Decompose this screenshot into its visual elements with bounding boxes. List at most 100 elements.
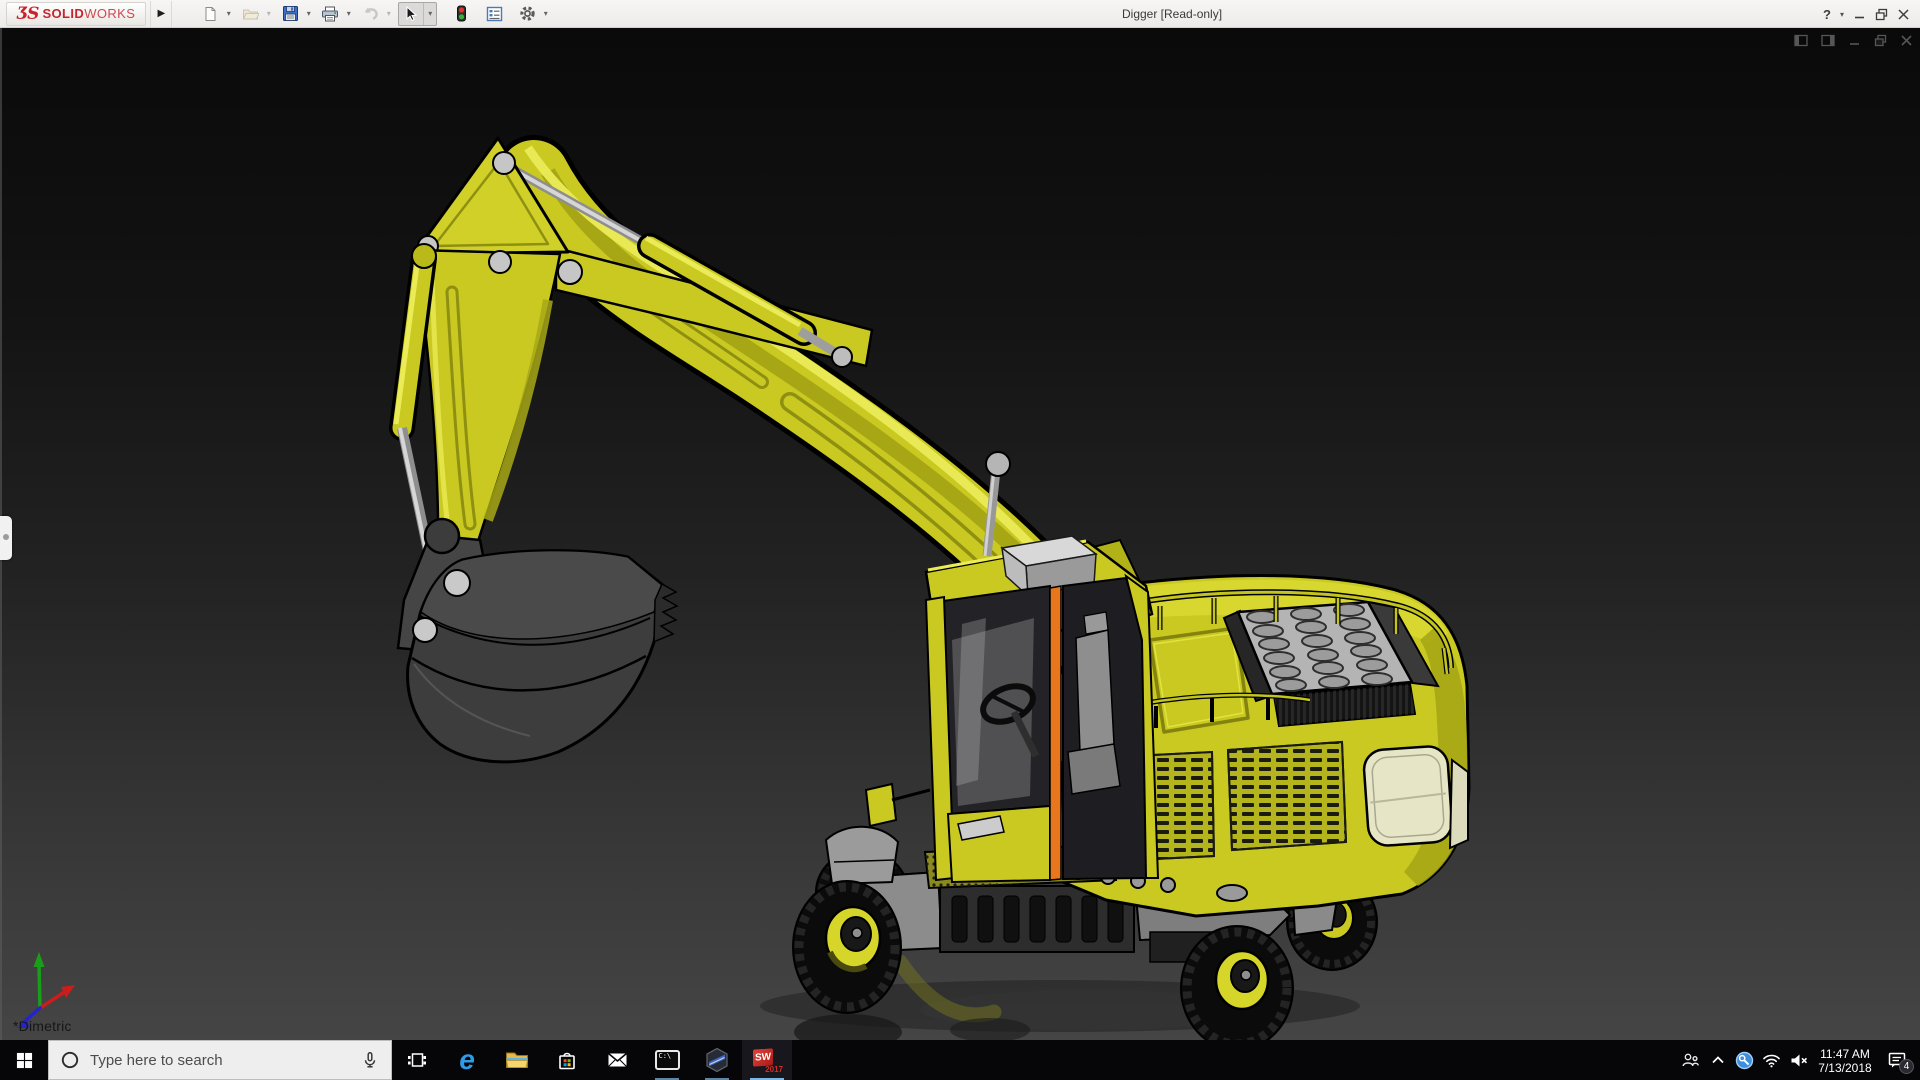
traffic-light-icon bbox=[456, 5, 466, 22]
new-document-caret[interactable]: ▾ bbox=[222, 3, 235, 25]
document-restore-button[interactable] bbox=[1874, 34, 1887, 47]
taskbar-solidworks-button[interactable]: SW 2017 bbox=[742, 1040, 792, 1080]
print-caret[interactable]: ▾ bbox=[342, 3, 355, 25]
help-caret[interactable]: ▾ bbox=[1840, 10, 1844, 19]
taskbar-task-view-button[interactable] bbox=[392, 1040, 442, 1080]
show-task-pane-button[interactable] bbox=[1821, 34, 1835, 47]
open-caret[interactable]: ▾ bbox=[262, 3, 275, 25]
blue-circle-app-icon bbox=[1735, 1051, 1754, 1069]
start-button[interactable] bbox=[0, 1040, 48, 1080]
bucket[interactable] bbox=[396, 517, 679, 764]
front-right-wheel[interactable] bbox=[1180, 925, 1294, 1040]
stick-cylinder[interactable] bbox=[389, 243, 437, 562]
document-title: Digger [Read-only] bbox=[1122, 7, 1223, 21]
show-feature-pane-button[interactable] bbox=[1794, 34, 1808, 47]
select-tool-button[interactable] bbox=[399, 3, 423, 25]
tray-overflow-chevron-button[interactable] bbox=[1704, 1040, 1731, 1080]
taskbar-store-button[interactable] bbox=[542, 1040, 592, 1080]
people-icon bbox=[1682, 1053, 1699, 1067]
system-tray: 11:47 AM 7/13/2018 4 bbox=[1677, 1040, 1920, 1080]
notification-badge: 4 bbox=[1899, 1059, 1914, 1074]
rebuild-button[interactable] bbox=[449, 3, 473, 25]
collapsed-panel-tab[interactable] bbox=[0, 516, 12, 560]
undo-arrow-icon bbox=[364, 7, 378, 20]
taskbar-search-box[interactable]: Type here to search bbox=[48, 1040, 392, 1080]
bucket-teeth bbox=[653, 582, 679, 644]
solidworks-logo: ƷS SOLID WORKS bbox=[6, 1, 147, 26]
solidworks-logo-mark-icon: ƷS bbox=[17, 3, 39, 24]
coordinate-triad-icon bbox=[17, 952, 75, 1028]
wifi-icon bbox=[1763, 1054, 1780, 1068]
cab[interactable] bbox=[864, 535, 1160, 884]
action-center-button[interactable]: 4 bbox=[1878, 1040, 1916, 1080]
taskbar-edge-button[interactable]: e bbox=[442, 1040, 492, 1080]
tray-app-button[interactable] bbox=[1731, 1040, 1758, 1080]
minimize-icon bbox=[1855, 16, 1864, 18]
save-caret[interactable]: ▾ bbox=[302, 3, 315, 25]
brand-solid-text: SOLID bbox=[42, 6, 85, 21]
menu-flyout-arrow[interactable]: ▶ bbox=[150, 0, 173, 27]
people-tray-button[interactable] bbox=[1677, 1040, 1704, 1080]
minimize-button[interactable] bbox=[1853, 8, 1866, 21]
file-properties-button[interactable] bbox=[482, 3, 506, 25]
file-explorer-icon bbox=[506, 1052, 528, 1068]
window-controls: ? ▾ bbox=[1823, 0, 1910, 28]
mail-icon bbox=[607, 1052, 627, 1067]
rear-panel bbox=[1362, 745, 1454, 847]
taskbar-hexagon-app-button[interactable] bbox=[692, 1040, 742, 1080]
solidworks-2017-icon: SW 2017 bbox=[753, 1047, 783, 1074]
file-properties-icon bbox=[486, 6, 503, 21]
document-minimize-button[interactable] bbox=[1848, 34, 1861, 47]
restore-icon bbox=[1875, 8, 1888, 20]
undo-caret[interactable]: ▾ bbox=[382, 3, 395, 25]
front-left-wheel[interactable] bbox=[792, 880, 902, 1014]
document-window-controls bbox=[1794, 34, 1913, 47]
volume-muted-icon bbox=[1791, 1054, 1807, 1066]
close-button[interactable] bbox=[1897, 8, 1910, 21]
network-tray-button[interactable] bbox=[1758, 1040, 1785, 1080]
open-folder-icon bbox=[242, 9, 259, 19]
clock-date: 7/13/2018 bbox=[1818, 1060, 1872, 1075]
open-button[interactable] bbox=[238, 3, 262, 25]
taskbar-file-explorer-button[interactable] bbox=[492, 1040, 542, 1080]
quick-access-toolbar: ▾ ▾ ▾ ▾ ▾ ▾ ▾ bbox=[198, 1, 555, 26]
taskbar-command-prompt-button[interactable]: C:\ bbox=[642, 1040, 692, 1080]
select-tool-caret[interactable]: ▾ bbox=[423, 2, 436, 25]
windows-taskbar: Type here to search e C:\ SW 2017 11:47 … bbox=[0, 1040, 1920, 1080]
options-caret[interactable]: ▾ bbox=[539, 3, 552, 25]
gear-icon bbox=[520, 6, 535, 21]
view-orientation-label: *Dimetric bbox=[13, 1018, 72, 1034]
microphone-icon[interactable] bbox=[361, 1051, 379, 1069]
taskbar-mail-button[interactable] bbox=[592, 1040, 642, 1080]
desktop: ƷS SOLID WORKS ▶ ▾ ▾ ▾ ▾ ▾ ▾ ▾ Digger [R… bbox=[0, 0, 1920, 1080]
taskbar-clock[interactable]: 11:47 AM 7/13/2018 bbox=[1812, 1046, 1878, 1075]
restore-button[interactable] bbox=[1875, 8, 1888, 21]
edge-icon: e bbox=[459, 1044, 475, 1075]
new-document-button[interactable] bbox=[198, 3, 222, 25]
select-tool-group: ▾ bbox=[398, 1, 438, 26]
solidworks-menu-bar: ƷS SOLID WORKS ▶ ▾ ▾ ▾ ▾ ▾ ▾ ▾ Digger [R… bbox=[0, 0, 1920, 28]
task-view-icon bbox=[408, 1053, 426, 1067]
help-button[interactable]: ? bbox=[1823, 7, 1831, 22]
brand-works-text: WORKS bbox=[84, 6, 136, 21]
document-close-button[interactable] bbox=[1900, 34, 1913, 47]
save-button[interactable] bbox=[278, 3, 302, 25]
select-cursor-icon bbox=[406, 5, 418, 21]
volume-tray-button[interactable] bbox=[1785, 1040, 1812, 1080]
close-icon bbox=[1898, 8, 1909, 20]
store-icon bbox=[559, 1052, 575, 1069]
panel-tab-grip-icon bbox=[3, 534, 9, 540]
graphics-viewport[interactable]: *Dimetric bbox=[0, 28, 1920, 1040]
hexagon-app-icon bbox=[706, 1047, 728, 1073]
undo-button[interactable] bbox=[358, 3, 382, 25]
digger-3d-model[interactable] bbox=[0, 28, 1920, 1040]
options-button[interactable] bbox=[515, 3, 539, 25]
command-prompt-icon: C:\ bbox=[654, 1050, 680, 1070]
save-floppy-icon bbox=[282, 6, 298, 21]
search-placeholder-text: Type here to search bbox=[90, 1051, 223, 1069]
new-document-icon bbox=[205, 6, 216, 21]
print-button[interactable] bbox=[318, 3, 342, 25]
windows-logo-icon bbox=[16, 1052, 32, 1068]
chevron-up-icon bbox=[1711, 1056, 1724, 1064]
cortana-circle-icon bbox=[61, 1051, 79, 1069]
